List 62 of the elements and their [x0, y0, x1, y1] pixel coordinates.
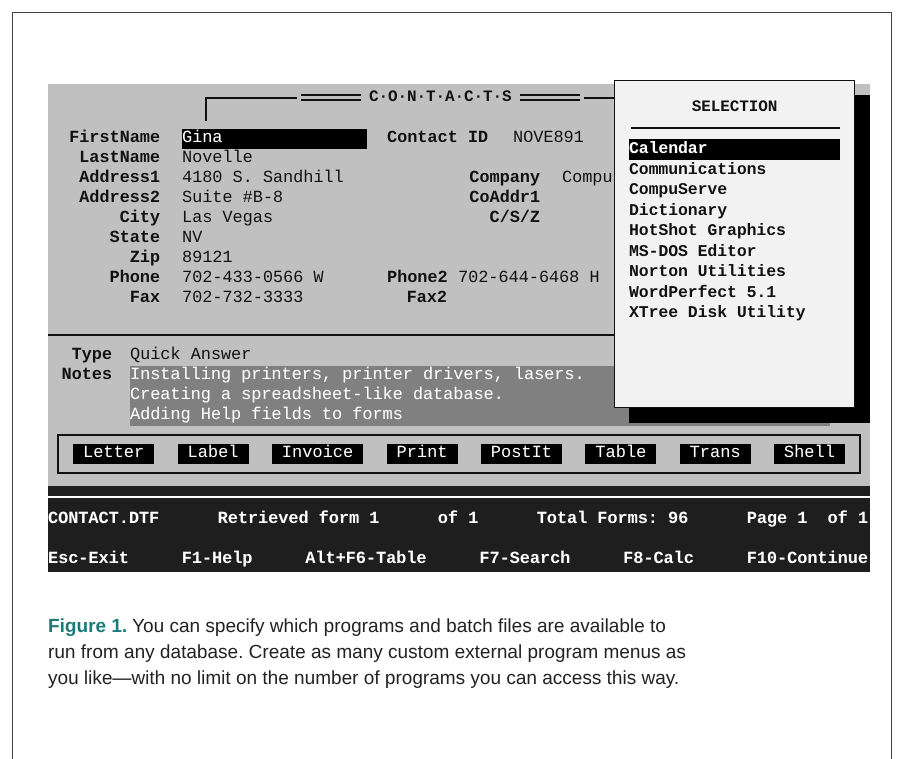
field-label: Type: [70, 346, 113, 366]
field-value[interactable]: 702-433-0566 W: [182, 269, 387, 289]
field-value[interactable]: Gina: [182, 129, 367, 149]
field-label: CoAddr1: [468, 189, 540, 209]
menu-item[interactable]: Dictionary: [629, 200, 840, 221]
field-label: Address1: [78, 169, 160, 189]
status-text: of 1: [438, 510, 478, 530]
field-value[interactable]: 89121: [182, 249, 387, 269]
note-line: Creating a spreadsheet-like database.: [130, 386, 505, 406]
menu-item[interactable]: XTree Disk Utility: [629, 303, 840, 324]
field-label: Phone: [108, 269, 160, 289]
function-key[interactable]: F10-Continue: [746, 550, 868, 570]
form-button[interactable]: Trans: [680, 444, 751, 464]
form-button[interactable]: Shell: [774, 444, 845, 464]
status-text: Retrieved form 1: [218, 510, 380, 530]
field-label: Phone2: [387, 269, 447, 289]
figure-caption: Figure 1. You can specify which programs and batch files are available to run from any database. Create as many custom external program menus as you like—with no limit on the number of programs you can access this way.: [48, 615, 687, 691]
menu-item[interactable]: Communications: [629, 160, 840, 180]
function-key[interactable]: Esc-Exit: [48, 550, 129, 570]
menu-item[interactable]: Calendar: [629, 139, 840, 160]
field-label: City: [118, 209, 160, 229]
form-button[interactable]: PostIt: [480, 444, 562, 464]
field-value[interactable]: 702-732-3333: [182, 289, 387, 309]
field-label: FirstName: [68, 129, 160, 149]
field-label: Address2: [78, 189, 160, 209]
field-value[interactable]: 4180 S. Sandhill: [182, 169, 387, 189]
form-button[interactable]: Table: [585, 444, 656, 464]
field-label: Contact ID: [387, 129, 488, 149]
function-key[interactable]: F1-Help: [182, 550, 252, 570]
form-button[interactable]: Letter: [73, 444, 154, 464]
note-line: Adding Help fields to forms: [130, 406, 404, 426]
form-button[interactable]: Print: [386, 444, 458, 464]
menu-item[interactable]: CompuServe: [629, 180, 840, 200]
field-label: State: [108, 229, 160, 249]
field-label: LastName: [78, 149, 160, 169]
field-value[interactable]: Novelle: [182, 149, 387, 169]
field-label: Fax2: [406, 289, 447, 309]
menu-item[interactable]: HotShot Graphics: [629, 221, 840, 242]
field-value[interactable]: NV: [182, 229, 387, 249]
menu-item[interactable]: Norton Utilities: [629, 262, 840, 282]
field-label: Zip: [128, 249, 160, 269]
note-line: Installing printers, printer drivers, lasers.: [130, 366, 586, 386]
status-text: Page 1 of 1: [746, 510, 868, 530]
form-button[interactable]: Invoice: [272, 444, 364, 464]
menu-title: SELECTION: [690, 97, 778, 117]
function-key[interactable]: F8-Calc: [623, 550, 694, 570]
status-text: Total Forms: 96: [536, 510, 688, 530]
menu-item[interactable]: WordPerfect 5.1: [629, 282, 840, 303]
field-value[interactable]: NOVE891: [513, 129, 584, 149]
field-value[interactable]: Quick Answer: [130, 346, 870, 366]
form-button[interactable]: Label: [178, 444, 249, 464]
status-text: CONTACT.DTF: [48, 510, 160, 530]
function-key[interactable]: Alt+F6-Table: [305, 550, 426, 570]
function-key[interactable]: F7-Search: [479, 550, 570, 570]
field-value[interactable]: Suite #B-8: [182, 189, 387, 209]
menu-item[interactable]: MS-DOS Editor: [629, 242, 840, 262]
field-label: Company: [468, 169, 540, 189]
field-label: Notes: [60, 366, 113, 387]
screen-title: C·O·N·T·A·C·T·S: [369, 87, 512, 107]
field-value[interactable]: Las Vegas: [182, 209, 387, 229]
field-label: Fax: [128, 289, 160, 309]
field-label: C/S/Z: [488, 209, 540, 229]
